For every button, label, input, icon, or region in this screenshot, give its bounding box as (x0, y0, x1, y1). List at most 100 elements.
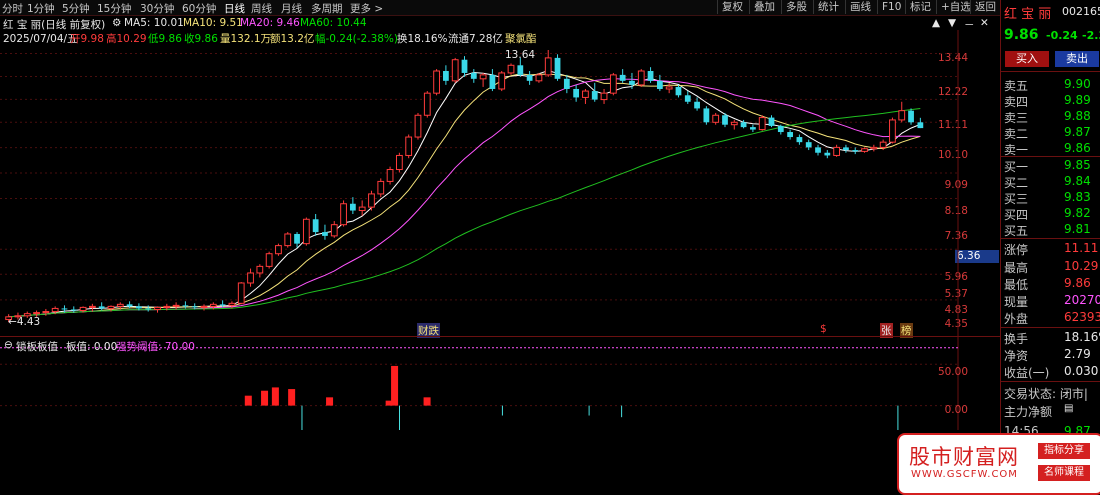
multistock-button[interactable]: 多股 (781, 0, 811, 14)
candle-body (730, 121, 738, 126)
mark-button[interactable]: 标记 (905, 0, 935, 14)
tab-more[interactable]: 更多 > (350, 1, 383, 16)
indicator-title[interactable]: 锁板板值 (16, 339, 58, 354)
candle-body (843, 147, 849, 151)
indicator-bar (271, 387, 279, 406)
candle-body (247, 272, 254, 284)
candle-body (573, 88, 580, 98)
stats-button[interactable]: 统计 (813, 0, 843, 14)
back-button[interactable]: 返回 (970, 0, 1000, 14)
divider (1001, 327, 1100, 328)
indicator-bar (423, 397, 431, 406)
chevron-down-icon[interactable]: ▼ (948, 17, 956, 29)
stat-value: 9.86 (1064, 276, 1091, 290)
indicator-toggle-icon[interactable]: ⊖ (4, 339, 13, 351)
candle-body (526, 74, 533, 81)
candle-body (712, 114, 720, 123)
fuquan-button[interactable]: 复权 (717, 0, 747, 14)
candle-body (703, 108, 710, 123)
candle-body (917, 122, 924, 129)
bid-price: 9.81 (1064, 222, 1091, 236)
candle-body (116, 303, 124, 307)
candle-body (815, 147, 821, 153)
watermark-tag-share: 指标分享 (1038, 443, 1090, 459)
candle-body (665, 86, 673, 90)
candle-body (414, 114, 422, 138)
candle-body (879, 141, 887, 148)
ask-price: 9.87 (1064, 125, 1091, 139)
tab-weekly[interactable]: 周线 (251, 1, 272, 16)
candle-body (368, 193, 375, 208)
bid-label: 买四 (1004, 208, 1029, 222)
add-favorite-button[interactable]: +自选 (936, 0, 975, 14)
ask-label: 卖三 (1004, 111, 1029, 125)
candle-body (237, 282, 245, 304)
quote-panel: 红 宝 丽 002165 9.86 -0.24 -2.38% 买入 卖出 卖五 9… (1000, 0, 1100, 491)
bid-price: 9.84 (1064, 174, 1091, 188)
candle-body (51, 307, 59, 313)
bid-price: 9.82 (1064, 206, 1091, 220)
candle-body (70, 309, 77, 311)
candle-body (629, 80, 635, 85)
candle-body (489, 74, 496, 89)
ask-price: 9.90 (1064, 77, 1091, 91)
kline-chart[interactable] (0, 30, 1000, 430)
candle-body (563, 78, 570, 89)
stat-value: 0.030 (1064, 364, 1099, 378)
low-annotation: ←4.43 (8, 316, 41, 328)
candle-body (395, 154, 403, 171)
ma-line-ma10 (8, 73, 921, 318)
ask-label: 卖一 (1004, 143, 1029, 157)
main-flow-label[interactable]: 主力净额 (1004, 405, 1052, 419)
f10-button[interactable]: F10 (877, 0, 905, 14)
close-icon[interactable]: ✕ (980, 17, 989, 29)
candle-body (200, 305, 208, 308)
candle-body (758, 117, 766, 131)
stat-label: 现量 (1004, 295, 1029, 309)
watermark-title: 股市财富网 (909, 445, 1019, 469)
candle-body (79, 306, 87, 312)
ma-settings-icon[interactable]: ⚙ (112, 17, 121, 29)
candle-body (163, 305, 171, 308)
indicator-tick: 50.00 (937, 366, 968, 378)
overlay-button[interactable]: 叠加 (749, 0, 779, 14)
sell-button[interactable]: 卖出 (1055, 51, 1099, 67)
bid-label: 买二 (1004, 176, 1029, 190)
tab-monthly[interactable]: 月线 (281, 1, 302, 16)
bid-price: 9.83 (1064, 190, 1091, 204)
bid-label: 买一 (1004, 160, 1029, 174)
candle-body (98, 306, 105, 309)
candle-body (554, 57, 561, 79)
candle-body (33, 312, 40, 315)
candle-body (451, 59, 459, 82)
tab-15min[interactable]: 15分钟 (97, 1, 131, 16)
tab-fenshi[interactable]: 分时 (2, 1, 23, 16)
candle-body (796, 137, 803, 143)
event-marker-2[interactable]: $ (820, 323, 827, 335)
candle-body (656, 80, 663, 89)
candle-body (852, 150, 859, 152)
tab-daily[interactable]: 日线 (224, 1, 245, 16)
main-flow-menu-icon[interactable]: ▤ (1064, 403, 1073, 414)
buy-button[interactable]: 买入 (1005, 51, 1049, 67)
tab-60min[interactable]: 60分钟 (182, 1, 216, 16)
tab-1min[interactable]: 1分钟 (27, 1, 55, 16)
candle-body (777, 125, 784, 133)
candle-body (330, 224, 338, 237)
tab-30min[interactable]: 30分钟 (140, 1, 174, 16)
trade-status: 交易状态: 闭市| (1004, 387, 1088, 401)
chevron-up-icon[interactable]: ▲ (932, 17, 940, 29)
candle-body (544, 57, 552, 76)
panel-change-pct: -2.38% (1082, 29, 1100, 42)
candle-body (740, 122, 747, 128)
ma5-label: MA5: 10.01 (124, 17, 184, 29)
draw-button[interactable]: 画线 (845, 0, 875, 14)
candle-body (684, 95, 691, 102)
ask-price: 9.86 (1064, 141, 1091, 155)
tab-5min[interactable]: 5分钟 (62, 1, 90, 16)
indicator-bar (244, 395, 252, 406)
candle-body (768, 117, 775, 126)
bid-label: 买三 (1004, 192, 1029, 206)
candle-body (358, 206, 366, 212)
tab-multi[interactable]: 多周期 (311, 1, 343, 16)
